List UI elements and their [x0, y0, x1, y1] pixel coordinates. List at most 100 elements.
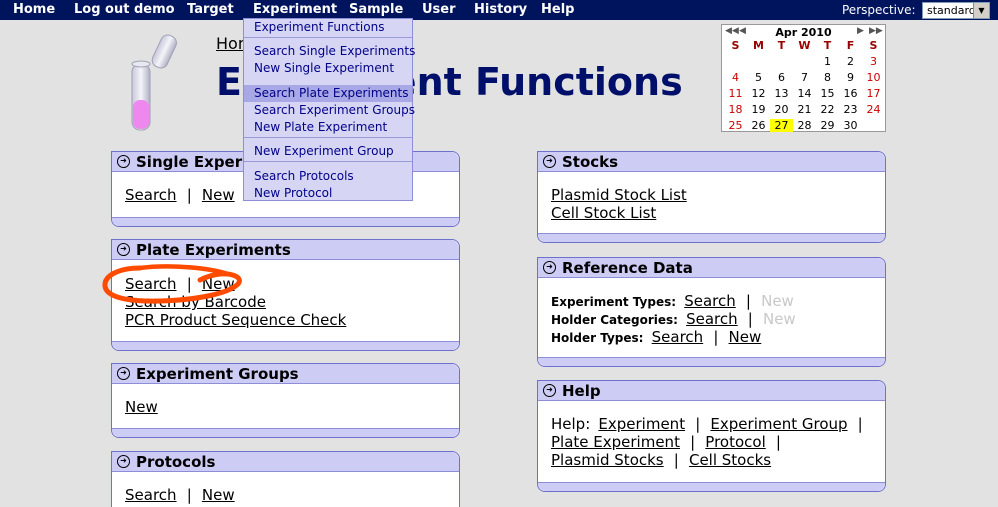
calendar-day[interactable]: 21	[793, 103, 816, 116]
perspective-select[interactable]: standard ▼	[922, 2, 990, 19]
calendar-day[interactable]: 3	[862, 55, 885, 68]
menu-divider	[244, 137, 412, 138]
nav-help[interactable]: Help	[541, 2, 574, 17]
holder-types-search-link[interactable]: Search	[652, 328, 704, 346]
test-tube-logo-icon	[131, 34, 177, 131]
calendar-day[interactable]: 26	[747, 119, 770, 132]
calendar-day[interactable]: 14	[793, 87, 816, 100]
separator: |	[695, 415, 701, 433]
calendar-day[interactable]: 16	[839, 87, 862, 100]
nav-experiment[interactable]: Experiment	[253, 2, 337, 17]
calendar-day[interactable]: 17	[862, 87, 885, 100]
panel-header: ➜ Reference Data	[538, 258, 885, 278]
help-experiment-group-link[interactable]: Experiment Group	[710, 415, 847, 433]
calendar-day[interactable]: 10	[862, 71, 885, 84]
perspective-label: Perspective:	[842, 3, 916, 17]
holder-types-new-link[interactable]: New	[729, 328, 762, 346]
calendar-day[interactable]: 7	[793, 71, 816, 84]
calendar-dow-label: M	[753, 39, 764, 52]
arrow-circle-icon: ➜	[117, 155, 130, 168]
nav-sample[interactable]: Sample	[349, 2, 403, 17]
calendar-day[interactable]: 4	[724, 71, 747, 84]
nav-target[interactable]: Target	[187, 2, 234, 17]
menu-search-protocols[interactable]: Search Protocols	[254, 169, 354, 183]
panel-header: ➜ Protocols	[112, 452, 459, 472]
menu-search-plate-experiments[interactable]: Search Plate Experiments	[254, 86, 408, 100]
next-month-icon[interactable]: ▶	[857, 26, 864, 36]
panel-title: Protocols	[136, 453, 216, 471]
panel-header: ➜ Help	[538, 381, 885, 401]
calendar-dow-label: T	[777, 39, 786, 52]
protocols-search-link[interactable]: Search	[125, 486, 177, 504]
menu-search-experiment-groups[interactable]: Search Experiment Groups	[254, 103, 415, 117]
calendar-day[interactable]: 1	[816, 55, 839, 68]
calendar-day[interactable]: 9	[839, 71, 862, 84]
calendar-day[interactable]: 15	[816, 87, 839, 100]
calendar-day[interactable]: 2	[839, 55, 862, 68]
single-new-link[interactable]: New	[202, 186, 235, 204]
help-experiment-link[interactable]: Experiment	[598, 415, 685, 433]
menu-new-protocol[interactable]: New Protocol	[254, 186, 332, 200]
panel-title: Reference Data	[562, 259, 693, 277]
help-cell-stocks-link[interactable]: Cell Stocks	[689, 451, 771, 469]
next-year-icon[interactable]: ▶▶	[869, 26, 883, 36]
holder-categories-new-disabled: New	[762, 310, 796, 328]
help-plasmid-stocks-link[interactable]: Plasmid Stocks	[551, 451, 664, 469]
calendar-day[interactable]: 11	[724, 87, 747, 100]
calendar-day[interactable]: 24	[862, 103, 885, 116]
experiment-types-search-link[interactable]: Search	[684, 292, 736, 310]
calendar-dow-label: T	[823, 39, 832, 52]
groups-new-link[interactable]: New	[125, 398, 158, 416]
panel-header: ➜ Plate Experiments	[112, 240, 459, 260]
nav-home[interactable]: Home	[13, 2, 55, 17]
calendar-day-today[interactable]: 27	[770, 119, 793, 132]
menu-experiment-functions[interactable]: Experiment Functions	[254, 20, 384, 34]
menu-search-single-experiments[interactable]: Search Single Experiments	[254, 44, 415, 58]
top-navigation-bar: Home Log out demo Target Experiment Samp…	[0, 0, 998, 20]
calendar-day[interactable]: 6	[770, 71, 793, 84]
calendar-day[interactable]: 8	[816, 71, 839, 84]
calendar-day[interactable]: 23	[839, 103, 862, 116]
nav-log-out[interactable]: Log out demo	[74, 2, 175, 17]
holder-categories-search-link[interactable]: Search	[686, 310, 738, 328]
help-label: Help:	[551, 415, 591, 433]
panel-footer	[538, 233, 885, 242]
menu-new-experiment-group[interactable]: New Experiment Group	[254, 144, 394, 158]
help-protocol-link[interactable]: Protocol	[705, 433, 765, 451]
arrow-circle-icon: ➜	[543, 155, 556, 168]
chevron-down-icon: ▼	[973, 3, 989, 18]
perspective-value: standard	[927, 4, 976, 17]
pcr-sequence-check-link[interactable]: PCR Product Sequence Check	[125, 311, 346, 329]
holder-categories-label: Holder Categories:	[551, 313, 678, 327]
protocols-new-link[interactable]: New	[202, 486, 235, 504]
panel-protocols: ➜ Protocols Search | New	[111, 451, 460, 507]
calendar-day[interactable]: 18	[724, 103, 747, 116]
cell-stock-list-link[interactable]: Cell Stock List	[551, 204, 656, 222]
calendar-dow-label: S	[731, 39, 740, 52]
separator: |	[713, 328, 719, 346]
calendar-day[interactable]: 22	[816, 103, 839, 116]
calendar-day[interactable]: 28	[793, 119, 816, 132]
nav-user[interactable]: User	[422, 2, 456, 17]
menu-new-plate-experiment[interactable]: New Plate Experiment	[254, 120, 387, 134]
panel-title: Help	[562, 382, 601, 400]
nav-history[interactable]: History	[474, 2, 527, 17]
calendar-day[interactable]: 5	[747, 71, 770, 84]
single-search-link[interactable]: Search	[125, 186, 177, 204]
calendar-day[interactable]: 25	[724, 119, 747, 132]
menu-new-single-experiment[interactable]: New Single Experiment	[254, 61, 394, 75]
calendar-day[interactable]: 30	[839, 119, 862, 132]
separator: |	[857, 415, 863, 433]
plasmid-stock-list-link[interactable]: Plasmid Stock List	[551, 186, 687, 204]
calendar-day[interactable]: 12	[747, 87, 770, 100]
panel-footer	[112, 341, 459, 350]
calendar-day[interactable]: 29	[816, 119, 839, 132]
experiment-types-new-disabled: New	[761, 292, 794, 310]
calendar-day[interactable]: 13	[770, 87, 793, 100]
calendar-day[interactable]: 20	[770, 103, 793, 116]
calendar-day[interactable]: 19	[747, 103, 770, 116]
separator: |	[186, 186, 192, 204]
arrow-circle-icon: ➜	[117, 367, 130, 380]
highlight-circle-annotation	[102, 264, 242, 304]
help-plate-experiment-link[interactable]: Plate Experiment	[551, 433, 680, 451]
